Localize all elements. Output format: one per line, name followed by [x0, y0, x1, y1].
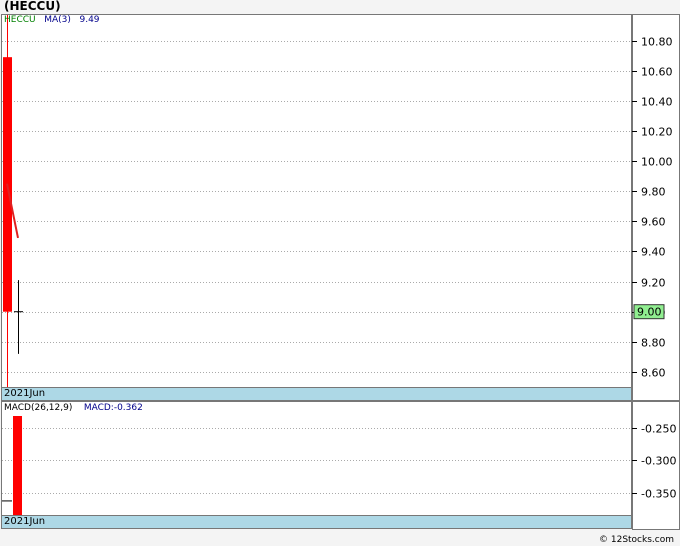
price-tick-label: 8.60: [641, 367, 666, 380]
price-tick-label: 10.00: [641, 156, 673, 169]
price-tick-label: 9.20: [641, 277, 666, 290]
price-legend: HECCU MA(3) 9.49: [4, 15, 100, 25]
price-tick-label: 10.60: [641, 66, 673, 79]
legend-macd-value: MACD:-0.362: [83, 403, 143, 413]
footer-credit: © 12Stocks.com: [599, 535, 674, 545]
legend-ma-value: 9.49: [79, 15, 100, 25]
macd-tick-label: -0.300: [641, 455, 676, 468]
price-tick-label: 10.40: [641, 96, 673, 109]
price-tick-label: 8.80: [641, 337, 666, 350]
macd-tick-label: -0.250: [641, 423, 676, 436]
legend-macd-label: MACD(26,12,9): [4, 403, 73, 413]
macd-legend: MACD(26,12,9) MACD:-0.362: [4, 403, 143, 413]
price-tick-label: 10.20: [641, 126, 673, 139]
price-tick-label: 9.40: [641, 246, 666, 259]
macd-tick-label: -0.350: [641, 488, 676, 501]
chart-canvas: 8.60 8.80 9.00 9.20 9.40 9.60 9.80 10.00 10.20 10…: [2, 15, 676, 515]
last-price-label: 9.00: [637, 306, 662, 319]
price-tick-label: 9.60: [641, 216, 666, 229]
price-tick-label: 9.80: [641, 186, 666, 199]
legend-ma-label: MA(3): [44, 15, 71, 25]
legend-symbol: HECCU: [4, 15, 36, 25]
macd-bar: [13, 416, 22, 515]
price-tick-label: 10.80: [641, 36, 673, 49]
